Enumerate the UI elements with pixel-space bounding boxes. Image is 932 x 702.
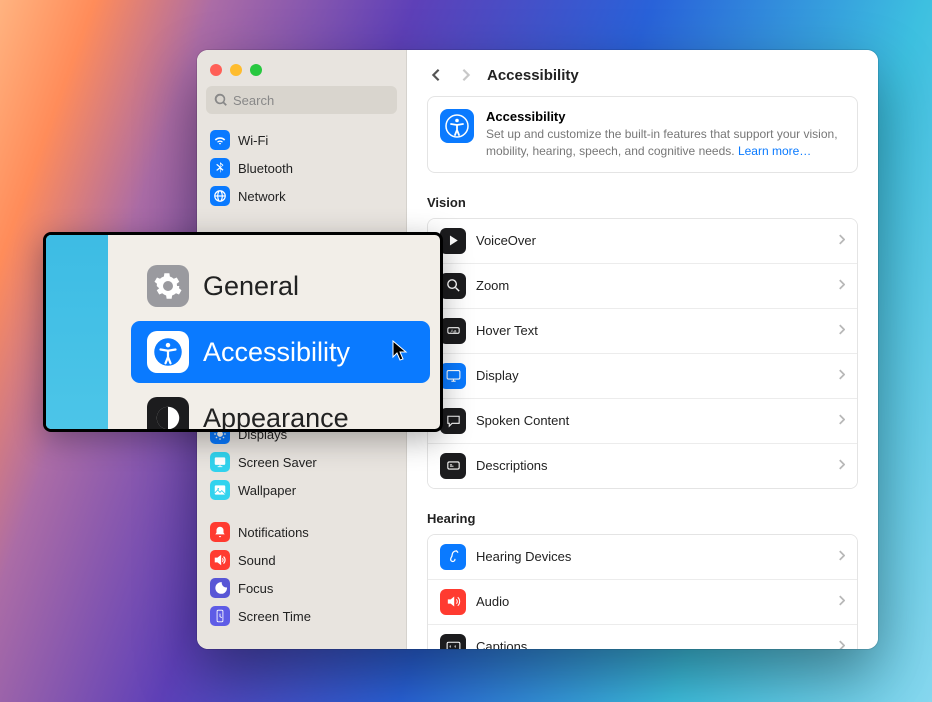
- sound-icon: [210, 550, 230, 570]
- option-spokencontent[interactable]: Spoken Content: [428, 399, 857, 444]
- zoom-item-general[interactable]: General: [131, 255, 430, 317]
- sidebar-item-label: Bluetooth: [238, 161, 293, 176]
- chevron-right-icon: [838, 322, 845, 340]
- section-title-vision: Vision: [427, 195, 858, 210]
- vision-list: VoiceOver Zoom Aa Hover Text Display: [427, 218, 858, 489]
- sidebar-item-screentime[interactable]: Screen Time: [206, 602, 397, 630]
- zoom-item-appearance[interactable]: Appearance: [131, 387, 430, 432]
- zoom-item-label: Appearance: [203, 403, 349, 433]
- option-label: Spoken Content: [476, 413, 838, 428]
- wifi-icon: [210, 130, 230, 150]
- option-label: Audio: [476, 594, 838, 609]
- notifications-icon: [210, 522, 230, 542]
- sidebar-item-label: Notifications: [238, 525, 309, 540]
- spoken-icon: [440, 408, 466, 434]
- search-placeholder: Search: [233, 93, 274, 108]
- sidebar-item-focus[interactable]: Focus: [206, 574, 397, 602]
- chevron-right-icon: [838, 277, 845, 295]
- sidebar-item-label: Sound: [238, 553, 276, 568]
- zoom-icon: [440, 273, 466, 299]
- sidebar-item-network[interactable]: Network: [206, 182, 397, 210]
- page-title: Accessibility: [487, 67, 579, 84]
- sidebar-item-sound[interactable]: Sound: [206, 546, 397, 574]
- wallpaper-icon: [210, 480, 230, 500]
- appearance-icon: [147, 397, 189, 432]
- option-descriptions[interactable]: Descriptions: [428, 444, 857, 488]
- zoom-magnifier-overlay: General Accessibility Appearance: [43, 232, 443, 432]
- window-controls: [197, 50, 406, 86]
- focus-icon: [210, 578, 230, 598]
- sidebar-item-label: Screen Saver: [238, 455, 317, 470]
- option-voiceover[interactable]: VoiceOver: [428, 219, 857, 264]
- chevron-right-icon: [838, 232, 845, 250]
- option-label: Captions: [476, 639, 838, 649]
- info-card: Accessibility Set up and customize the b…: [427, 96, 858, 173]
- zoom-item-label: Accessibility: [203, 337, 350, 368]
- option-label: VoiceOver: [476, 233, 838, 248]
- sidebar-item-label: Wi-Fi: [238, 133, 268, 148]
- hearing-icon: [440, 544, 466, 570]
- back-button[interactable]: [427, 66, 445, 84]
- cursor-icon: [392, 340, 408, 362]
- zoom-item-accessibility[interactable]: Accessibility: [131, 321, 430, 383]
- hovertext-icon: Aa: [440, 318, 466, 344]
- maximize-button[interactable]: [250, 64, 262, 76]
- voiceover-icon: [440, 228, 466, 254]
- svg-text:Aa: Aa: [450, 329, 456, 335]
- info-title: Accessibility: [486, 109, 845, 124]
- option-hearingdevices[interactable]: Hearing Devices: [428, 535, 857, 580]
- chevron-right-icon: [838, 367, 845, 385]
- screentime-icon: [210, 606, 230, 626]
- zoom-item-label: General: [203, 271, 299, 302]
- sidebar-item-label: Wallpaper: [238, 483, 296, 498]
- sidebar-item-wallpaper[interactable]: Wallpaper: [206, 476, 397, 504]
- sidebar-item-bluetooth[interactable]: Bluetooth: [206, 154, 397, 182]
- section-title-hearing: Hearing: [427, 511, 858, 526]
- sidebar-item-label: Focus: [238, 581, 273, 596]
- bluetooth-icon: [210, 158, 230, 178]
- network-icon: [210, 186, 230, 206]
- hearing-list: Hearing Devices Audio Captions: [427, 534, 858, 649]
- screensaver-icon: [210, 452, 230, 472]
- chevron-right-icon: [838, 548, 845, 566]
- learn-more-link[interactable]: Learn more…: [738, 144, 811, 158]
- chevron-right-icon: [838, 638, 845, 649]
- descriptions-icon: [440, 453, 466, 479]
- audio-icon: [440, 589, 466, 615]
- chevron-right-icon: [838, 457, 845, 475]
- chevron-right-icon: [838, 412, 845, 430]
- sidebar-item-label: Screen Time: [238, 609, 311, 624]
- option-display[interactable]: Display: [428, 354, 857, 399]
- option-zoom[interactable]: Zoom: [428, 264, 857, 309]
- option-captions[interactable]: Captions: [428, 625, 857, 649]
- option-label: Zoom: [476, 278, 838, 293]
- sidebar-item-notifications[interactable]: Notifications: [206, 518, 397, 546]
- sidebar-item-screensaver[interactable]: Screen Saver: [206, 448, 397, 476]
- accessibility-icon: [147, 331, 189, 373]
- accessibility-icon: [440, 109, 474, 143]
- option-hovertext[interactable]: Aa Hover Text: [428, 309, 857, 354]
- minimize-button[interactable]: [230, 64, 242, 76]
- option-label: Hover Text: [476, 323, 838, 338]
- option-label: Display: [476, 368, 838, 383]
- main-content: Accessibility Accessibility Set up and c…: [407, 50, 878, 649]
- captions-icon: [440, 634, 466, 649]
- toolbar: Accessibility: [407, 50, 878, 96]
- search-icon: [214, 93, 228, 107]
- info-description: Set up and customize the built-in featur…: [486, 126, 845, 160]
- search-input[interactable]: Search: [206, 86, 397, 114]
- option-audio[interactable]: Audio: [428, 580, 857, 625]
- chevron-right-icon: [838, 593, 845, 611]
- forward-button[interactable]: [457, 66, 475, 84]
- sidebar-item-wifi[interactable]: Wi-Fi: [206, 126, 397, 154]
- close-button[interactable]: [210, 64, 222, 76]
- display-icon: [440, 363, 466, 389]
- option-label: Hearing Devices: [476, 549, 838, 564]
- general-icon: [147, 265, 189, 307]
- sidebar-item-label: Network: [238, 189, 286, 204]
- option-label: Descriptions: [476, 458, 838, 473]
